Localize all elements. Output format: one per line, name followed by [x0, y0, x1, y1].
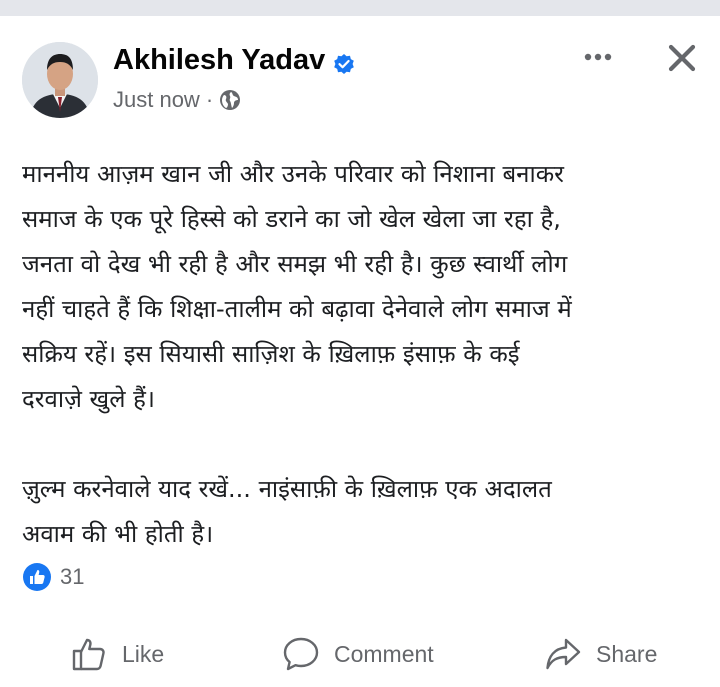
like-label: Like	[122, 640, 165, 667]
author-name[interactable]: Akhilesh Yadav	[113, 44, 325, 77]
post-meta: Just now ·	[113, 87, 241, 113]
comment-label: Comment	[334, 640, 434, 667]
post-paragraph-1: माननीय आज़म खान जी और उनके परिवार को निश…	[22, 160, 572, 413]
globe-icon[interactable]	[219, 89, 241, 111]
avatar-image	[22, 42, 98, 118]
thumbs-up-icon	[72, 638, 105, 671]
avatar[interactable]	[22, 42, 98, 118]
post-timestamp[interactable]: Just now	[113, 87, 200, 113]
reactions-summary[interactable]: 31	[22, 562, 84, 592]
comment-bubble-icon	[283, 637, 319, 671]
like-button[interactable]: Like	[70, 626, 164, 682]
close-icon[interactable]	[662, 38, 702, 78]
share-label: Share	[596, 640, 658, 667]
post-paragraph-2: ज़ुल्म करनेवाले याद रखें... नाइंसाफ़ी के…	[22, 475, 552, 548]
post-actions-bar: Like Comment Share	[0, 626, 720, 686]
share-button[interactable]: Share	[544, 626, 657, 682]
post-card: Akhilesh Yadav Just now · माननीय आज़म खा…	[0, 16, 720, 687]
top-divider	[0, 0, 720, 16]
comment-button[interactable]: Comment	[282, 626, 434, 682]
verified-badge-icon	[333, 50, 355, 74]
reaction-count: 31	[60, 564, 85, 589]
share-arrow-icon	[546, 638, 581, 670]
author-row: Akhilesh Yadav	[113, 44, 355, 77]
post-body: माननीय आज़म खान जी और उनके परिवार को निश…	[22, 152, 702, 557]
like-reaction-icon	[22, 562, 52, 592]
more-options-icon[interactable]	[578, 42, 618, 72]
meta-separator: ·	[205, 87, 214, 112]
